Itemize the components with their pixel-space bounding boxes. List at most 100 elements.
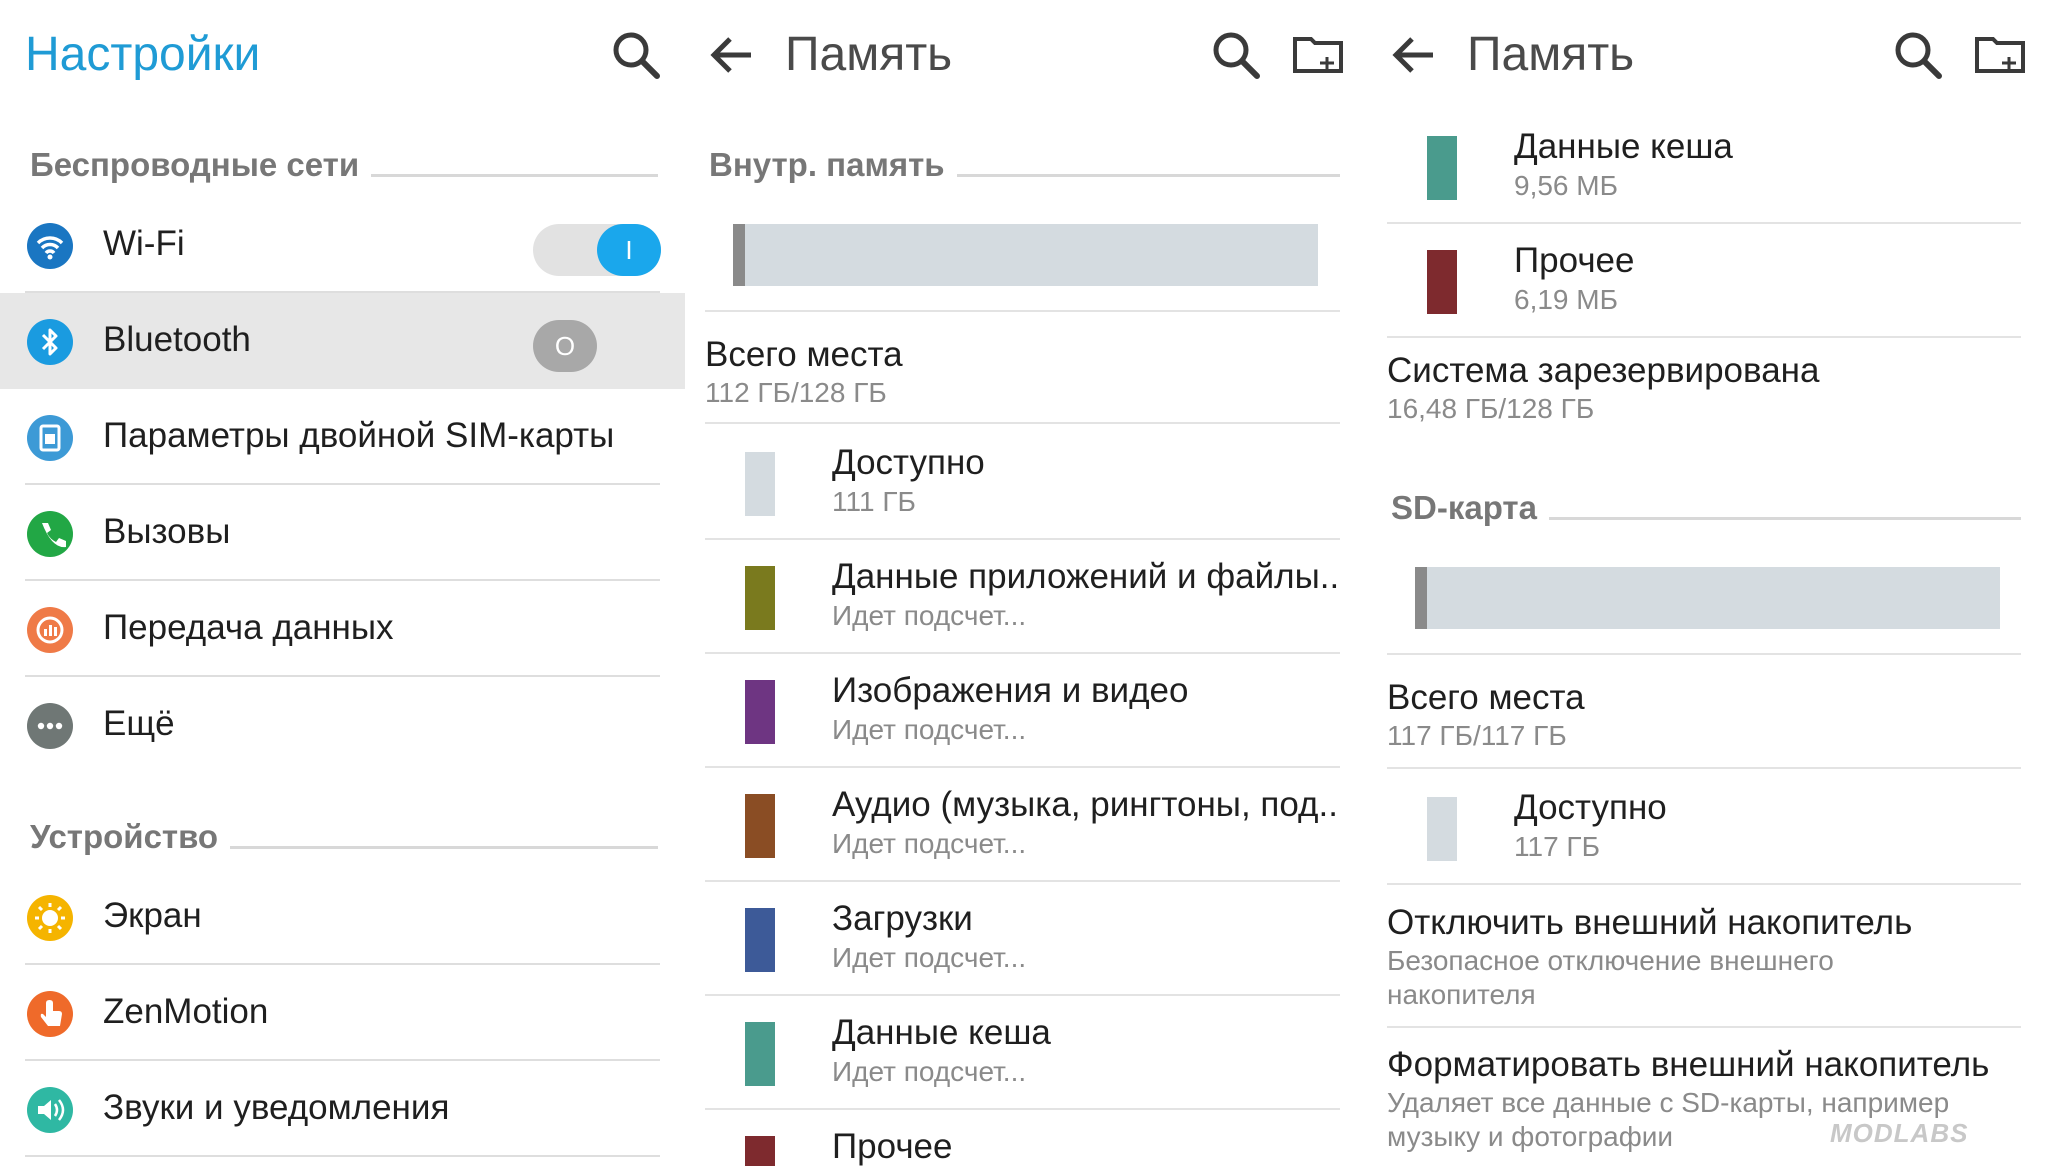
wifi-icon [27,223,73,269]
search-icon[interactable] [1890,27,1946,83]
item-value: Идет подсчет... [832,1056,1027,1087]
color-swatch [745,908,775,972]
item-value: Идет подсчет... [832,600,1027,631]
item-label: Доступно [1514,788,1667,827]
total-label: Всего места [1387,678,1585,717]
memory-action-bar: Память [1367,0,2048,110]
settings-panel: Настройки Беспроводные сети Wi-Fi I Blue… [0,0,685,1166]
screen-label: Экран [103,896,202,935]
setting-sounds[interactable]: Звуки и уведомления [0,1061,685,1157]
divider [705,310,1340,312]
item-value: 111 ГБ [832,486,916,517]
storage-item-downloads[interactable]: Загрузки Идет подсчет... [705,882,1340,996]
item-label: Данные приложений и файлы.. [832,557,1340,596]
more-label: Ещё [103,704,175,743]
item-value: Идет подсчет... [832,942,1027,973]
bluetooth-label: Bluetooth [103,320,251,359]
internal-usage-bar [733,224,1318,286]
setting-wifi[interactable]: Wi-Fi I [0,197,685,293]
divider [1387,883,2021,885]
color-swatch [745,794,775,858]
total-space-row: Всего места 112 ГБ/128 ГБ [705,330,1340,424]
setting-bluetooth[interactable]: Bluetooth O [0,293,685,389]
memory-title: Память [1467,28,1635,81]
item-label: Данные кеша [1514,127,1733,166]
back-arrow-icon[interactable] [705,28,759,82]
sd-item-cache[interactable]: Данные кеша 9,56 МБ [1387,110,2021,224]
zenmotion-label: ZenMotion [103,992,269,1031]
item-label: Аудио (музыка, рингтоны, под.. [832,785,1338,824]
section-label: Устройство [30,812,231,862]
setting-screen[interactable]: Экран [0,869,685,965]
settings-action-bar: Настройки [0,0,685,110]
color-swatch [1427,250,1457,314]
sounds-label: Звуки и уведомления [103,1088,450,1127]
internal-memory-panel: Память Внутр. память Всего места 112 ГБ/… [685,0,1367,1166]
color-swatch [1427,797,1457,861]
divider [1387,336,2021,338]
section-label: Внутр. память [709,140,957,190]
data-usage-icon [27,607,73,653]
dual-sim-label: Параметры двойной SIM-карты [103,416,615,455]
toggle-thumb: I [597,224,661,276]
usb-folder-icon[interactable] [1972,27,2028,83]
total-value: 117 ГБ/117 ГБ [1387,720,1567,751]
search-icon[interactable] [1208,27,1264,83]
sd-item-available[interactable]: Доступно 117 ГБ [1387,771,2021,885]
unmount-label: Отключить внешний накопитель [1387,903,1913,942]
color-swatch [745,452,775,516]
unmount-sd-option[interactable]: Отключить внешний накопитель Безопасное … [1387,898,2021,1028]
item-label: Изображения и видео [832,671,1189,710]
sd-total-space-row: Всего места 117 ГБ/117 ГБ [1387,673,2021,769]
divider [1387,653,2021,655]
setting-dual-sim[interactable]: Параметры двойной SIM-карты [0,389,685,485]
calls-label: Вызовы [103,512,231,551]
divider [705,422,1340,424]
speaker-icon [27,1087,73,1133]
item-label: Доступно [832,443,985,482]
color-swatch [745,1022,775,1086]
color-swatch [745,1136,775,1166]
storage-item-cache[interactable]: Данные кеша Идет подсчет... [705,996,1340,1110]
storage-item-audio[interactable]: Аудио (музыка, рингтоны, под.. Идет подс… [705,768,1340,882]
storage-item-available[interactable]: Доступно 111 ГБ [705,426,1340,540]
wifi-label: Wi-Fi [103,224,185,263]
memory-title: Память [785,28,953,81]
storage-item-apps[interactable]: Данные приложений и файлы.. Идет подсчет… [705,540,1340,654]
item-value: 117 ГБ [1514,831,1600,862]
usage-bar-used [733,224,745,286]
item-label: Прочее [1514,241,1635,280]
sd-item-other[interactable]: Прочее 6,19 МБ [1387,224,2021,338]
watermark-logo: MODLABS [1830,1118,1969,1148]
sim-card-icon [27,415,73,461]
setting-more[interactable]: Ещё [0,677,685,773]
setting-calls[interactable]: Вызовы [0,485,685,581]
color-swatch [1427,136,1457,200]
data-usage-label: Передача данных [103,608,394,647]
sd-memory-panel: Память Данные кеша 9,56 МБ Прочее 6,19 М… [1367,0,2048,1166]
wifi-toggle[interactable]: I [533,224,661,276]
system-label: Система зарезервирована [1387,351,1820,390]
usb-folder-icon[interactable] [1290,27,1346,83]
system-reserved-row: Система зарезервирована 16,48 ГБ/128 ГБ [1387,346,2021,454]
total-label: Всего места [705,335,903,374]
internal-storage-section-header: Внутр. память [709,140,1340,190]
bluetooth-toggle[interactable]: O [533,320,597,372]
storage-item-other[interactable]: Прочее [705,1110,1340,1166]
memory-action-bar: Память [685,0,1367,110]
setting-zenmotion[interactable]: ZenMotion [0,965,685,1061]
item-label: Данные кеша [832,1013,1051,1052]
device-section-header: Устройство [30,812,658,862]
divider [25,1155,660,1157]
setting-data-usage[interactable]: Передача данных [0,581,685,677]
item-label: Прочее [832,1127,953,1166]
settings-title: Настройки [25,28,261,81]
format-label: Форматировать внешний накопитель [1387,1045,1990,1084]
storage-item-images[interactable]: Изображения и видео Идет подсчет... [705,654,1340,768]
search-icon[interactable] [608,27,664,83]
item-value: 9,56 МБ [1514,170,1618,201]
more-icon [27,703,73,749]
toggle-thumb: O [533,320,597,372]
back-arrow-icon[interactable] [1387,28,1441,82]
usage-bar-used [1415,567,1427,629]
